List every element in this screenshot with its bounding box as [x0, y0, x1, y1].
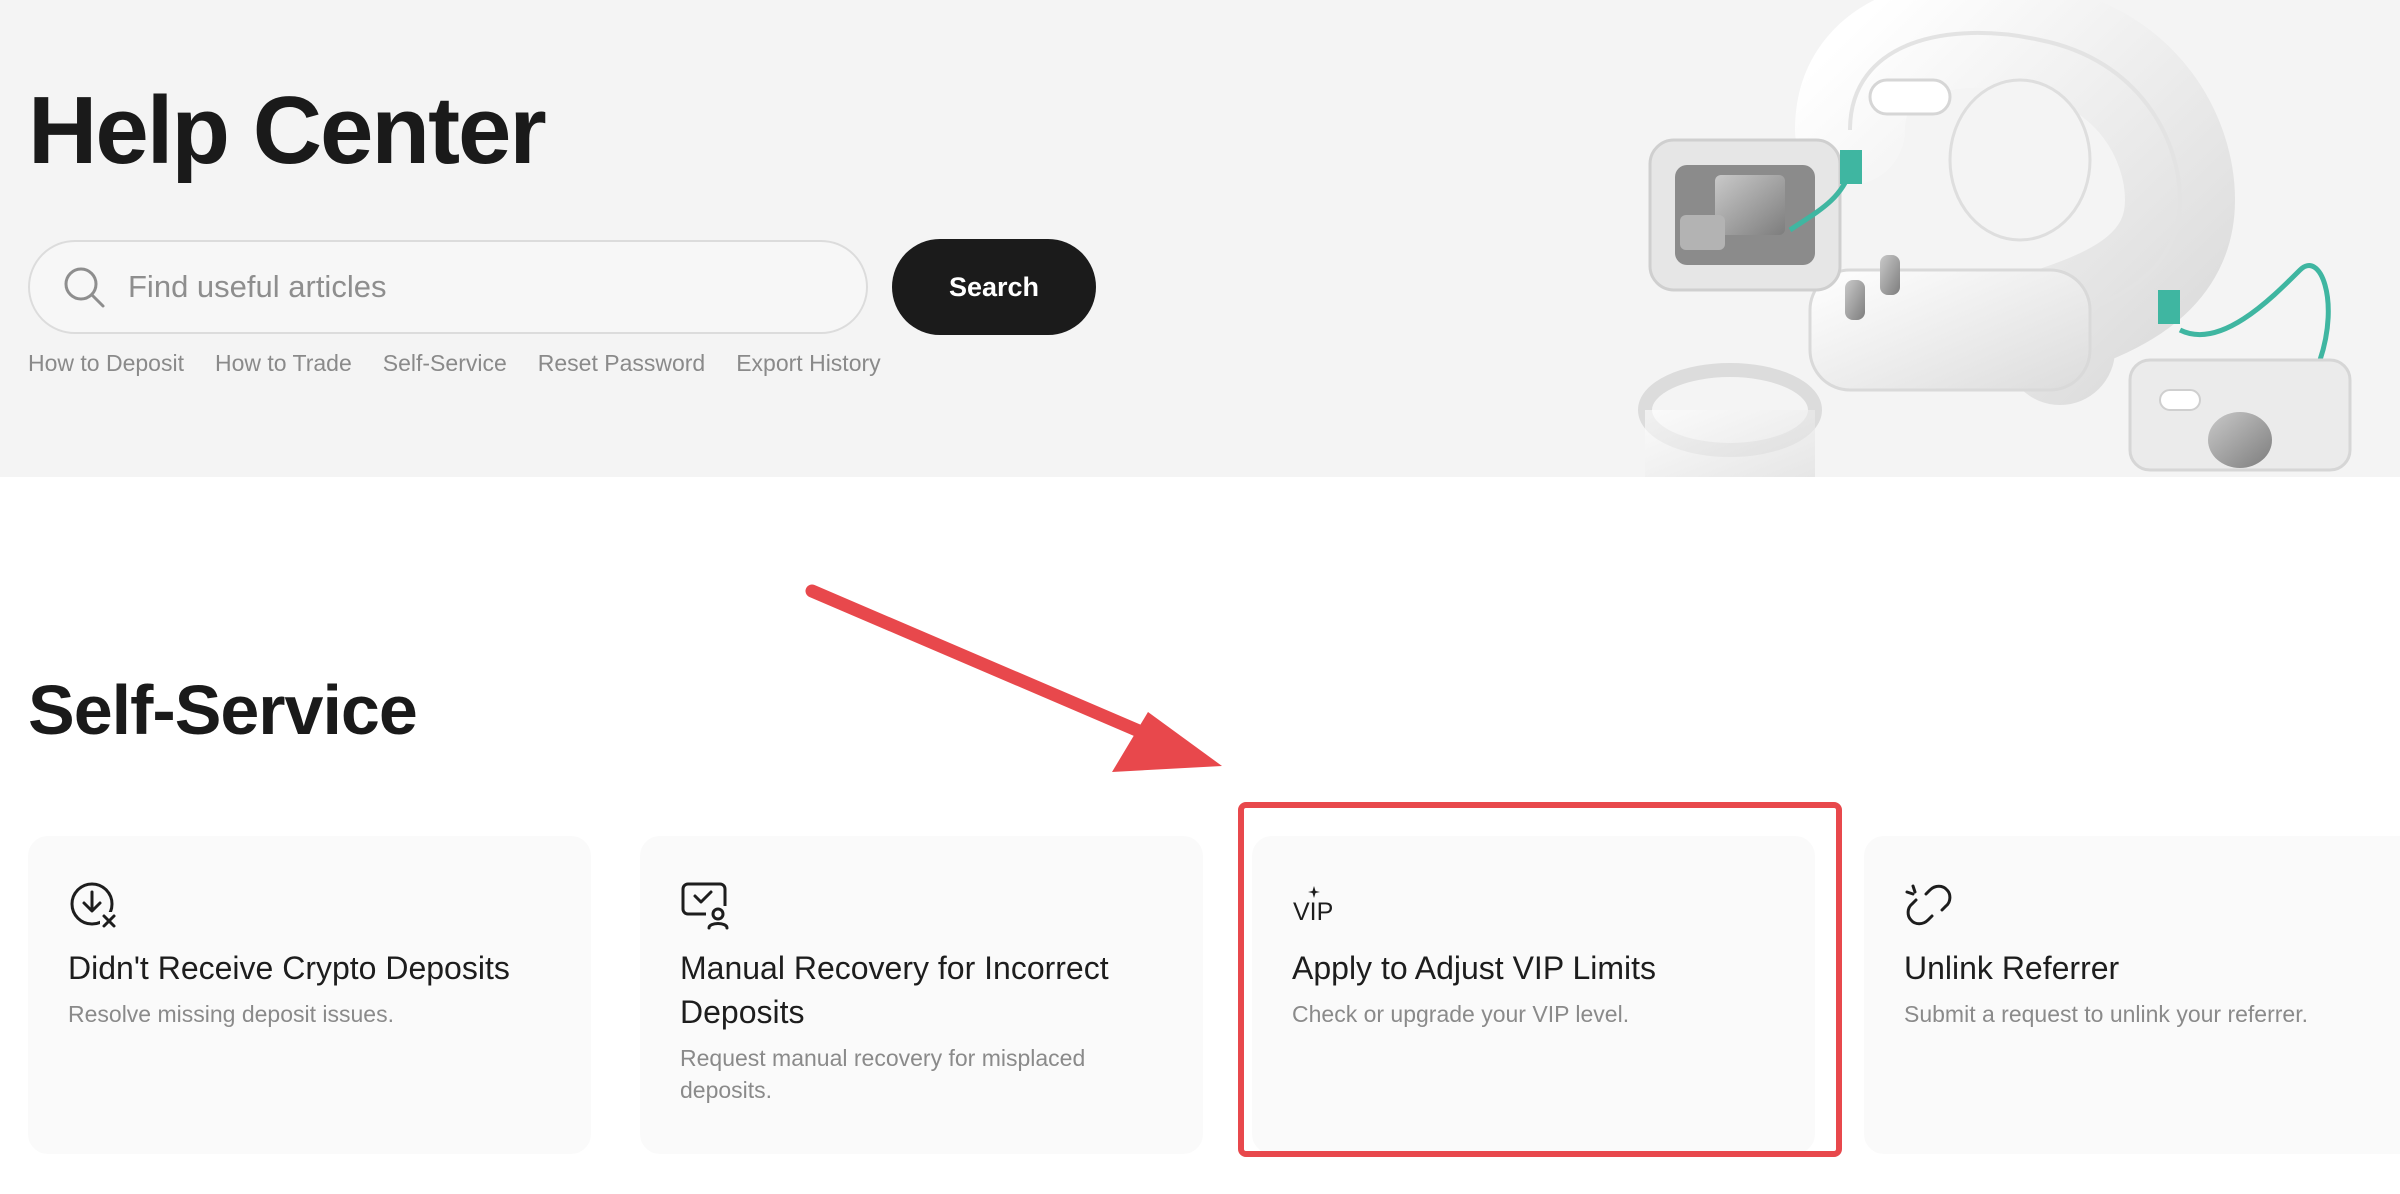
search-bar[interactable]	[28, 240, 868, 334]
search-button[interactable]: Search	[892, 239, 1096, 335]
card-description: Submit a request to unlink your referrer…	[1904, 1001, 2308, 1027]
card-adjust-vip-limits[interactable]: VIP Apply to Adjust VIP Limits Check or …	[1252, 836, 1815, 1154]
card-title: Unlink Referrer	[1904, 950, 2120, 986]
search-icon	[64, 267, 105, 308]
question-mark-illustration	[1638, 0, 2352, 477]
quick-link-self-service[interactable]: Self-Service	[383, 350, 507, 377]
hero-banner: Help Center Search How to Deposit How to…	[0, 0, 2400, 477]
self-service-heading: Self-Service	[28, 671, 418, 749]
quick-link-reset-password[interactable]: Reset Password	[538, 350, 705, 377]
card-didnt-receive-deposits[interactable]: Didn't Receive Crypto Deposits Resolve m…	[28, 836, 591, 1154]
search-input[interactable]	[126, 256, 850, 318]
svg-text:VIP: VIP	[1293, 898, 1333, 926]
card-title: Manual Recovery for Incorrect Deposits	[680, 950, 1109, 1030]
monitor-user-icon	[681, 882, 730, 930]
quick-link-how-to-trade[interactable]: How to Trade	[215, 350, 352, 377]
download-x-icon	[70, 882, 118, 930]
card-description: Resolve missing deposit issues.	[68, 1001, 394, 1027]
vip-icon: VIP	[1293, 886, 1333, 926]
card-title: Apply to Adjust VIP Limits	[1292, 950, 1657, 986]
card-unlink-referrer[interactable]: Unlink Referrer Submit a request to unli…	[1864, 836, 2400, 1154]
page-title: Help Center	[28, 77, 547, 184]
card-manual-recovery[interactable]: Manual Recovery for Incorrect Deposits R…	[640, 836, 1203, 1154]
help-center-page: Help Center Search How to Deposit How to…	[0, 0, 2400, 1194]
card-description: Check or upgrade your VIP level.	[1292, 1001, 1630, 1027]
quick-link-how-to-deposit[interactable]: How to Deposit	[28, 350, 184, 377]
quick-links: How to Deposit How to Trade Self-Service…	[28, 350, 881, 377]
card-description: Request manual recovery for misplaced de…	[680, 1045, 1086, 1103]
quick-link-export-history[interactable]: Export History	[736, 350, 880, 377]
card-title: Didn't Receive Crypto Deposits	[68, 950, 510, 986]
broken-link-icon	[1905, 884, 1952, 926]
